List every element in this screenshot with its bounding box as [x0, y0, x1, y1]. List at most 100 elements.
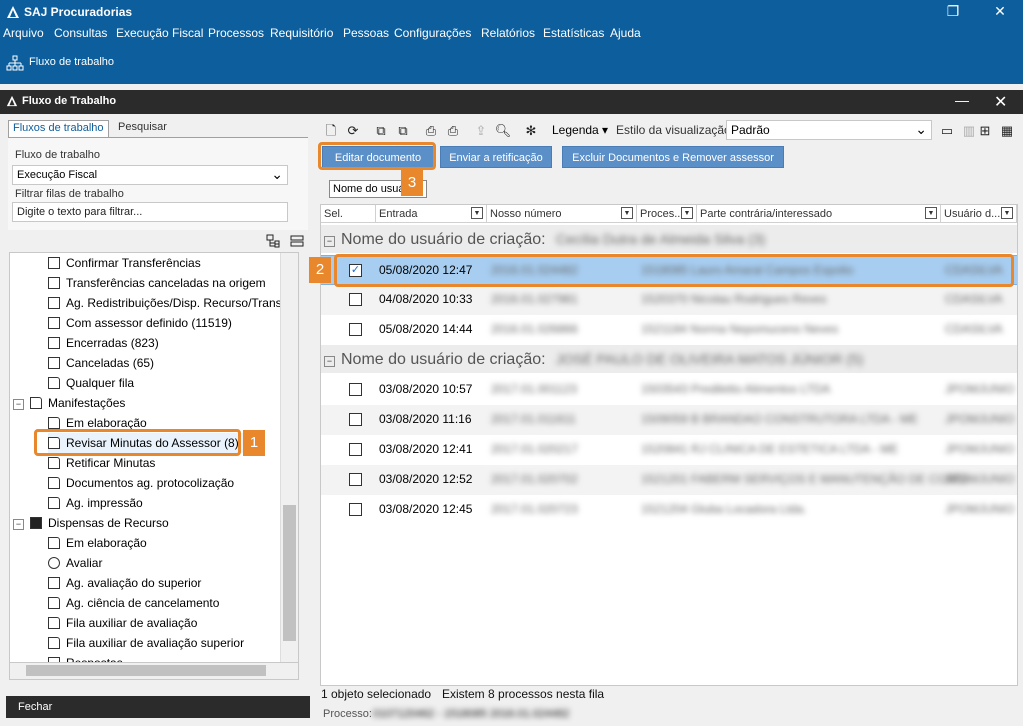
menu-pessoas[interactable]: Pessoas [343, 26, 389, 40]
table-row[interactable]: 03/08/2020 12:45 2017.01.020723 1521204 … [321, 495, 1017, 525]
tree-item[interactable]: Fila auxiliar de avaliação superior [48, 633, 244, 653]
table-row[interactable]: 04/08/2020 10:33 2016.01.027981 1520370 … [321, 285, 1017, 315]
collapse-toggle-icon[interactable]: − [324, 356, 335, 367]
copy-check-icon[interactable]: ⧉ [372, 121, 390, 141]
tree-group-manifestacoes[interactable]: − Manifestações [13, 393, 125, 413]
document-icon[interactable]: 🗋 [322, 121, 340, 141]
filter-icon[interactable]: ▼ [681, 207, 693, 219]
menu-processos[interactable]: Processos [208, 26, 264, 40]
filter-icon[interactable]: ▼ [471, 207, 483, 219]
tab-fluxos[interactable]: Fluxos de trabalho [8, 120, 109, 138]
print-icon[interactable]: ⎙ [422, 121, 440, 141]
send-rectification-button[interactable]: Enviar a retificação [440, 146, 552, 168]
row-checkbox[interactable] [349, 503, 362, 516]
copy-icon[interactable]: ⧉ [394, 121, 412, 141]
tab-pesquisar[interactable]: Pesquisar [114, 120, 171, 137]
scroll-thumb[interactable] [283, 505, 296, 641]
collapse-toggle-icon[interactable]: − [13, 519, 24, 530]
tree-item[interactable]: Ag. impressão [48, 493, 143, 513]
table-row[interactable]: 03/08/2020 10:57 2017.01.001123 1503543 … [321, 375, 1017, 405]
tree-item[interactable]: Qualquer fila [48, 373, 134, 393]
menu-estatisticas[interactable]: Estatísticas [543, 26, 604, 40]
minimize-subwindow-button[interactable]: — [955, 92, 969, 108]
tree-item[interactable]: Ag. ciência de cancelamento [48, 593, 219, 613]
menu-consultas[interactable]: Consultas [54, 26, 107, 40]
close-subwindow-button[interactable]: ✕ [994, 92, 1007, 112]
chevron-down-icon: ⌄ [915, 121, 927, 137]
tree-item[interactable]: Ag. avaliação do superior [48, 573, 201, 593]
filter-input[interactable]: Digite o texto para filtrar... [12, 202, 288, 222]
menu-execucao-fiscal[interactable]: Execução Fiscal [116, 26, 203, 40]
row-checkbox[interactable] [349, 413, 362, 426]
save-icon[interactable]: ▭ [938, 121, 956, 141]
collapse-toggle-icon[interactable]: − [324, 236, 335, 247]
column-header-processo[interactable]: Proces... ▼ [637, 205, 697, 223]
table-row[interactable]: 03/08/2020 12:41 2017.01.020217 1520841 … [321, 435, 1017, 465]
menu-requisitorio[interactable]: Requisitório [270, 26, 333, 40]
tree-item[interactable]: Confirmar Transferências [48, 253, 201, 273]
row-checkbox[interactable] [349, 383, 362, 396]
table-row[interactable]: 05/08/2020 14:44 2016.01.026866 1521184 … [321, 315, 1017, 345]
legend-dropdown[interactable]: Legenda ▾ [552, 123, 608, 137]
tree-item[interactable]: Documentos ag. protocolização [48, 473, 234, 493]
tree-item[interactable]: Retificar Minutas [48, 453, 155, 473]
menu-configuracoes[interactable]: Configurações [394, 26, 471, 40]
table-row[interactable]: 03/08/2020 11:16 2017.01.011611 1509059 … [321, 405, 1017, 435]
tree-item[interactable]: Com assessor definido (11519) [48, 313, 232, 333]
queue-count-status: Existem 8 processos nesta fila [442, 687, 605, 701]
print-preview-icon[interactable]: ⎙ [444, 121, 462, 141]
row-checkbox[interactable] [349, 293, 362, 306]
tree-item[interactable]: Avaliar [48, 553, 102, 573]
expand-all-icon[interactable] [266, 234, 280, 248]
column-header-entrada[interactable]: Entrada ▼ [376, 205, 487, 223]
group-header[interactable]: − Nome do usuário de criação: JOSÉ PAULO … [321, 345, 1017, 373]
tree-view-icon[interactable]: ⊞ [976, 121, 994, 141]
close-app-button[interactable]: ✕ [977, 0, 1023, 24]
filter-icon[interactable]: ▼ [1001, 207, 1013, 219]
column-header-sel[interactable]: Sel. [321, 205, 376, 223]
tree-group-dispensas[interactable]: − Dispensas de Recurso [13, 513, 169, 533]
filter-icon[interactable]: ▼ [621, 207, 633, 219]
row-checkbox[interactable] [349, 443, 362, 456]
column-header-nosso-numero[interactable]: Nosso número ▼ [487, 205, 637, 223]
workflow-label[interactable]: Fluxo de trabalho [29, 56, 114, 68]
restore-button[interactable]: ❐ [930, 0, 976, 24]
zoom-document-icon[interactable]: 🔍︎ [494, 121, 512, 141]
run-icon[interactable]: ✻ [522, 121, 540, 141]
callout-box-2 [334, 254, 1014, 287]
refresh-icon[interactable]: ⟳ [344, 121, 362, 141]
callout-3: 3 [401, 170, 423, 196]
tree-vertical-scrollbar[interactable] [280, 253, 298, 663]
layout-icon[interactable]: ▦ [998, 121, 1016, 141]
move-icon[interactable]: ⇪ [472, 121, 490, 141]
scroll-thumb[interactable] [26, 665, 266, 676]
close-button[interactable]: Fechar [6, 696, 310, 718]
app-logo-icon [7, 6, 19, 18]
tree-item[interactable]: Fila auxiliar de avaliação [48, 613, 197, 633]
collapse-toggle-icon[interactable]: − [13, 399, 24, 410]
delete-documents-button[interactable]: Excluir Documentos e Remover assessor [562, 146, 784, 168]
tree-item[interactable]: Em elaboração [48, 533, 147, 553]
workflow-icon[interactable] [6, 55, 24, 71]
column-header-parte[interactable]: Parte contrária/interessado ▼ [697, 205, 941, 223]
tree-item[interactable]: Canceladas (65) [48, 353, 154, 373]
filter-icon[interactable]: ▼ [925, 207, 937, 219]
document-icon [48, 637, 60, 649]
row-checkbox[interactable] [349, 473, 362, 486]
tree-horizontal-scrollbar[interactable] [9, 662, 299, 680]
tree-item[interactable]: Encerradas (823) [48, 333, 159, 353]
tree-item[interactable]: Transferências canceladas na origem [48, 273, 266, 293]
table-row[interactable]: 03/08/2020 12:52 2017.01.020702 1521201 … [321, 465, 1017, 495]
group-header[interactable]: − Nome do usuário de criação: Cecília Dut… [321, 225, 1017, 253]
subwindow-titlebar: Fluxo de Trabalho — ✕ [0, 90, 1023, 114]
collapse-all-icon[interactable] [290, 234, 304, 248]
tree-item[interactable]: Ag. Redistribuições/Disp. Recurso/Transf… [48, 293, 296, 313]
column-header-usuario[interactable]: Usuário d... ▼ [941, 205, 1017, 223]
flow-select[interactable]: Execução Fiscal ⌄ [12, 165, 288, 185]
row-checkbox[interactable] [349, 323, 362, 336]
menu-arquivo[interactable]: Arquivo [3, 26, 44, 40]
menu-ajuda[interactable]: Ajuda [610, 26, 641, 40]
menu-relatorios[interactable]: Relatórios [481, 26, 535, 40]
document-icon [48, 597, 60, 609]
view-style-select[interactable]: Padrão ⌄ [726, 120, 932, 140]
